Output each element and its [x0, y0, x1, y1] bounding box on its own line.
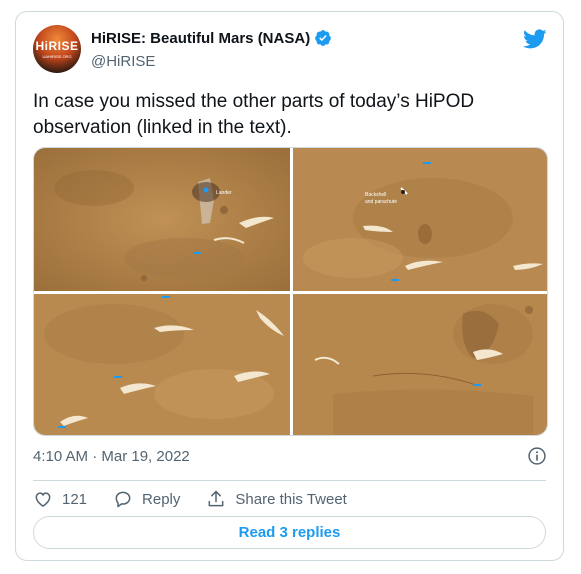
mars-surface-image-4: [293, 294, 547, 435]
backshell-label: Backshell: [365, 192, 386, 198]
tweet-card: HiRISE UAHIRISE.ORG HiRISE: Beautiful Ma…: [15, 11, 564, 561]
share-label: Share this Tweet: [235, 490, 347, 508]
mars-surface-image-3: [34, 294, 290, 435]
twitter-bird-icon[interactable]: [523, 27, 547, 51]
share-button[interactable]: Share this Tweet: [206, 489, 347, 509]
heart-icon: [35, 492, 51, 507]
lander-label: Lander: [216, 190, 232, 196]
author-handle[interactable]: @HiRISE: [91, 53, 155, 70]
avatar[interactable]: HiRISE UAHIRISE.ORG: [33, 25, 81, 73]
media-image-2[interactable]: Backshell and parachute: [293, 148, 547, 291]
reply-button[interactable]: Reply: [113, 489, 180, 509]
media-image-3[interactable]: [34, 294, 290, 435]
reply-bubble-icon: [115, 491, 131, 508]
timestamp[interactable]: 4:10 AM · Mar 19, 2022: [33, 448, 190, 465]
media-image-4[interactable]: [293, 294, 547, 435]
media-image-1[interactable]: Lander: [34, 148, 290, 291]
read-replies-button[interactable]: Read 3 replies: [33, 516, 546, 549]
divider: [33, 480, 546, 481]
avatar-logo-text: HiRISE: [35, 39, 79, 53]
mars-surface-image-2: Backshell and parachute: [293, 148, 547, 291]
author-name-row[interactable]: HiRISE: Beautiful Mars (NASA): [91, 29, 332, 47]
mars-surface-image-1: Lander: [34, 148, 290, 291]
share-icon: [208, 490, 224, 507]
action-bar: 121 Reply Share this Tweet: [33, 489, 373, 509]
tweet-text: In case you missed the other parts of to…: [33, 91, 475, 138]
verified-badge-icon: [315, 30, 332, 46]
avatar-logo-subtext: UAHIRISE.ORG: [42, 54, 72, 59]
author-name[interactable]: HiRISE: Beautiful Mars (NASA): [91, 30, 310, 47]
parachute-label: and parachute: [365, 199, 397, 205]
like-button[interactable]: 121: [33, 489, 87, 509]
likes-count: 121: [62, 490, 88, 508]
media-grid[interactable]: Lander Backshell and parachute: [33, 147, 548, 436]
info-icon[interactable]: [527, 446, 547, 466]
reply-label: Reply: [142, 490, 181, 508]
